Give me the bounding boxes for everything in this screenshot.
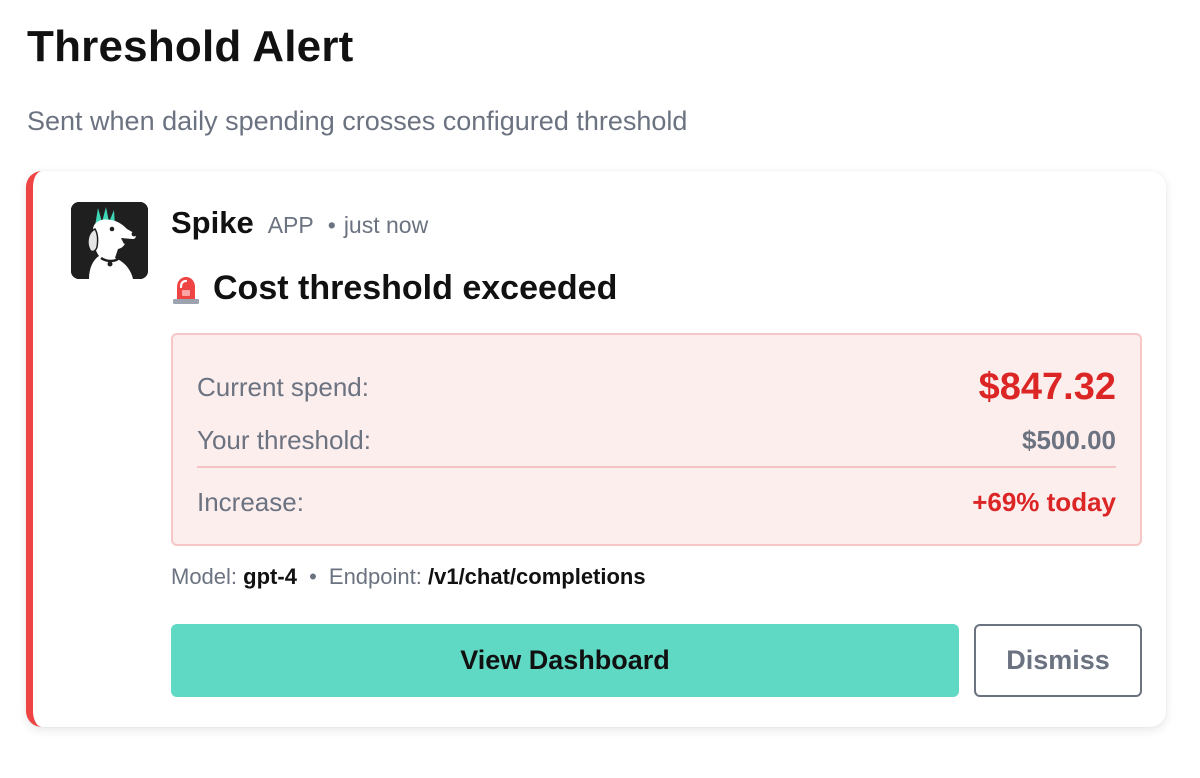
threshold-row: Your threshold: $500.00: [197, 423, 1116, 457]
alert-heading: Cost threshold exceeded: [171, 269, 617, 308]
threshold-value: $500.00: [1022, 424, 1116, 455]
stats-divider: [197, 466, 1116, 468]
threshold-label: Your threshold:: [197, 424, 371, 455]
meta-separator: •: [309, 564, 317, 589]
increase-label: Increase:: [197, 486, 304, 517]
current-spend-value: $847.32: [978, 365, 1116, 408]
sender-name[interactable]: Spike: [171, 205, 254, 241]
header-separator: •: [327, 212, 336, 238]
request-meta: Model: gpt-4 • Endpoint: /v1/chat/comple…: [171, 564, 646, 590]
model-value: gpt-4: [243, 564, 297, 589]
page: Threshold Alert Sent when daily spending…: [0, 0, 1200, 778]
dismiss-button[interactable]: Dismiss: [974, 624, 1142, 697]
view-dashboard-button[interactable]: View Dashboard: [171, 624, 959, 697]
message-timestamp[interactable]: just now: [344, 212, 428, 239]
increase-value: +69% today: [972, 486, 1116, 517]
endpoint-value: /v1/chat/completions: [427, 564, 646, 589]
model-label: Model:: [171, 564, 238, 589]
siren-icon: [173, 276, 199, 304]
endpoint-label: Endpoint:: [328, 564, 422, 589]
app-badge: APP: [267, 212, 314, 238]
current-spend-label: Current spend:: [197, 371, 369, 402]
message-header: Spike APP • just now: [171, 205, 428, 241]
page-subtitle: Sent when daily spending crosses configu…: [27, 106, 688, 136]
spend-stats-panel: Current spend: $847.32 Your threshold: $…: [171, 333, 1142, 546]
page-title: Threshold Alert: [27, 22, 354, 71]
dog-logo-icon: [71, 202, 148, 279]
increase-row: Increase: +69% today: [197, 485, 1116, 519]
current-spend-row: Current spend: $847.32: [197, 365, 1116, 409]
alert-title: Cost threshold exceeded: [213, 269, 618, 307]
alert-message-card: Spike APP • just now Cost threshold exce…: [26, 171, 1166, 727]
